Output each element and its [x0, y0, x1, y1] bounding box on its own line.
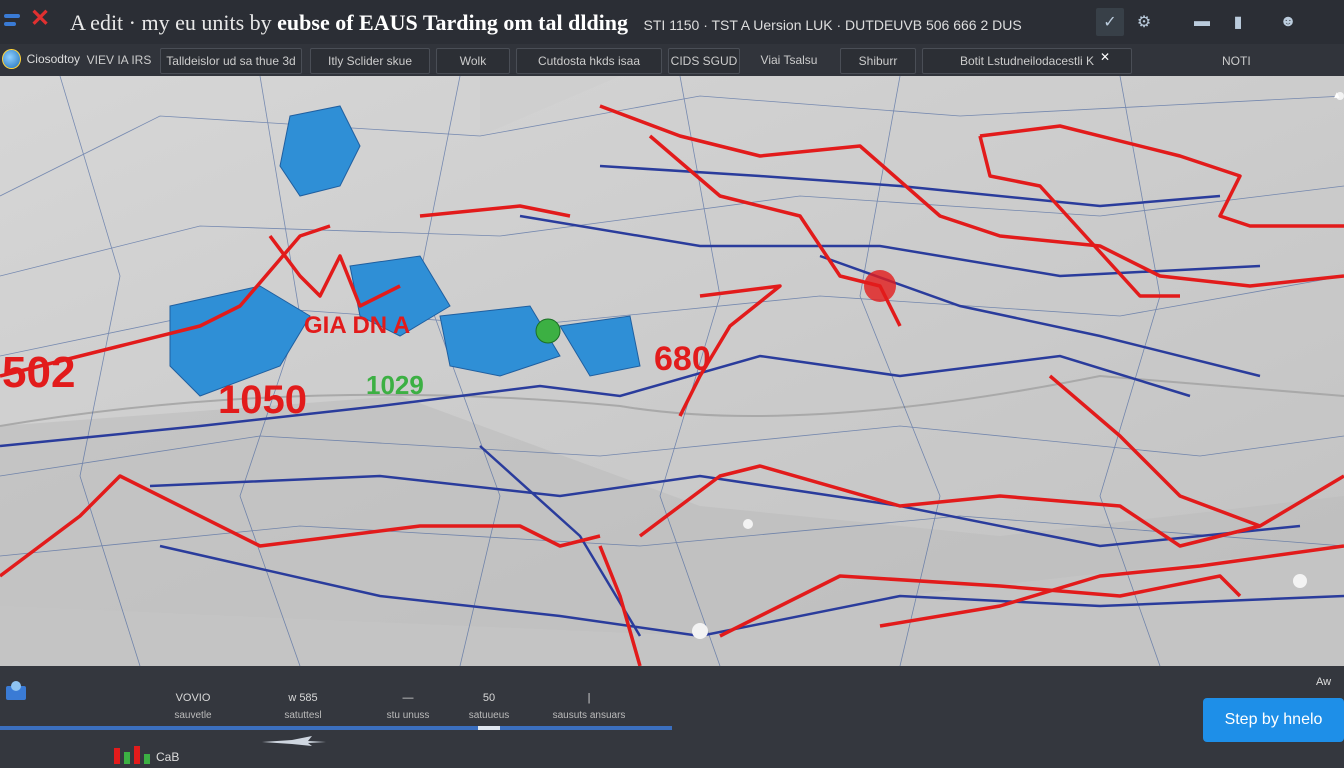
metric-1[interactable]: VOVIO sauvetle	[168, 692, 218, 721]
metric-4[interactable]: 50 satuueus	[466, 692, 512, 721]
title-prefix: A edit · my eu units by	[70, 10, 272, 35]
window-title: A edit · my eu units by eubse of EAUS Ta…	[70, 10, 1022, 36]
metric-3[interactable]: — stu unuss	[382, 692, 434, 721]
tab-custom[interactable]: Cutdosta hkds isaa	[516, 48, 662, 74]
value-small: 1029	[366, 370, 424, 400]
value-right: 680	[654, 340, 711, 378]
chart-thumbnail-icon[interactable]	[112, 744, 162, 766]
brand-bar-icon	[4, 14, 20, 18]
user-icon[interactable]: ☻	[1274, 8, 1302, 36]
value-center: 1050	[218, 378, 307, 422]
green-marker[interactable]	[535, 318, 561, 344]
settings-icon[interactable]: ⚙	[1130, 8, 1158, 36]
tab-cids[interactable]: CIDS SGUD	[668, 48, 740, 74]
metric-4-bottom: satuueus	[468, 710, 510, 721]
corner-label: Aw	[1316, 676, 1332, 688]
metric-2-bottom: satuttesl	[284, 710, 322, 721]
brand-bar-icon-2	[4, 22, 16, 26]
scroll-handle-icon[interactable]: ▴	[1334, 88, 1344, 104]
metric-1-top: VOVIO	[175, 692, 211, 704]
red-marker[interactable]	[864, 270, 896, 302]
plane-icon	[262, 736, 326, 746]
route-map[interactable]: 502 1050 GIA DN A 680 1029 ▴	[0, 76, 1344, 666]
metric-5-bottom: sausuts ansuars	[552, 710, 626, 721]
metric-1-bottom: sauvetle	[174, 710, 212, 721]
step-button[interactable]: Step by hnelo	[1203, 698, 1344, 742]
timeline-progress[interactable]	[0, 726, 672, 730]
bottom-bar: VOVIO sauvetle w 585 satuttesl — stu unu…	[0, 666, 1344, 768]
metric-4-top: 50	[482, 692, 496, 704]
workspace-logo[interactable]: Ciosodtoy	[0, 45, 80, 73]
title-suffix: STI 1150 · TST A Uersion LUK · DUTDEUVB …	[643, 17, 1022, 33]
title-bar: ✕ A edit · my eu units by eubse of EAUS …	[0, 0, 1344, 44]
metric-5[interactable]: | sausuts ansuars	[536, 692, 642, 721]
tray-label: CaB	[156, 750, 180, 764]
value-left: 502	[2, 348, 76, 397]
metric-3-top: —	[402, 692, 414, 704]
metric-2[interactable]: w 585 satuttesl	[272, 692, 334, 721]
tab-slider[interactable]: Itly Sclider skue	[310, 48, 430, 74]
tab-viai[interactable]: Viai Tsalsu	[746, 48, 832, 72]
profile-icon[interactable]	[2, 678, 30, 706]
tab-close-icon[interactable]: ✕	[1100, 50, 1110, 64]
metric-2-top: w 585	[288, 692, 318, 704]
window-icon[interactable]: ▬	[1188, 8, 1216, 36]
tab-work[interactable]: Wolk	[436, 48, 510, 74]
region-label: GIA DN A	[304, 312, 411, 339]
tab-trailers[interactable]: Talldeislor ud sa thue 3d	[160, 48, 302, 74]
app-logo[interactable]: ✕	[4, 5, 54, 34]
share-icon[interactable]: ✓	[1096, 8, 1124, 36]
tab-shiburr[interactable]: Shiburr	[840, 48, 916, 74]
metric-3-bottom: stu unuss	[386, 710, 430, 721]
tab-bar: Ciosodtoy VIEV IA IRS Talldeislor ud sa …	[0, 44, 1344, 77]
logo-label: Ciosodtoy	[26, 52, 80, 66]
notification-label[interactable]: NOTI	[1222, 54, 1251, 68]
title-bold: eubse of EAUS Tarding om tal dlding	[277, 10, 629, 35]
timeline-knob[interactable]	[478, 726, 500, 730]
tab-view[interactable]: VIEV IA IRS	[84, 48, 154, 72]
app-icon[interactable]: ▮	[1224, 8, 1252, 36]
metric-5-top: |	[587, 692, 591, 704]
brand-x-icon: ✕	[30, 5, 51, 32]
globe-icon	[2, 49, 21, 69]
